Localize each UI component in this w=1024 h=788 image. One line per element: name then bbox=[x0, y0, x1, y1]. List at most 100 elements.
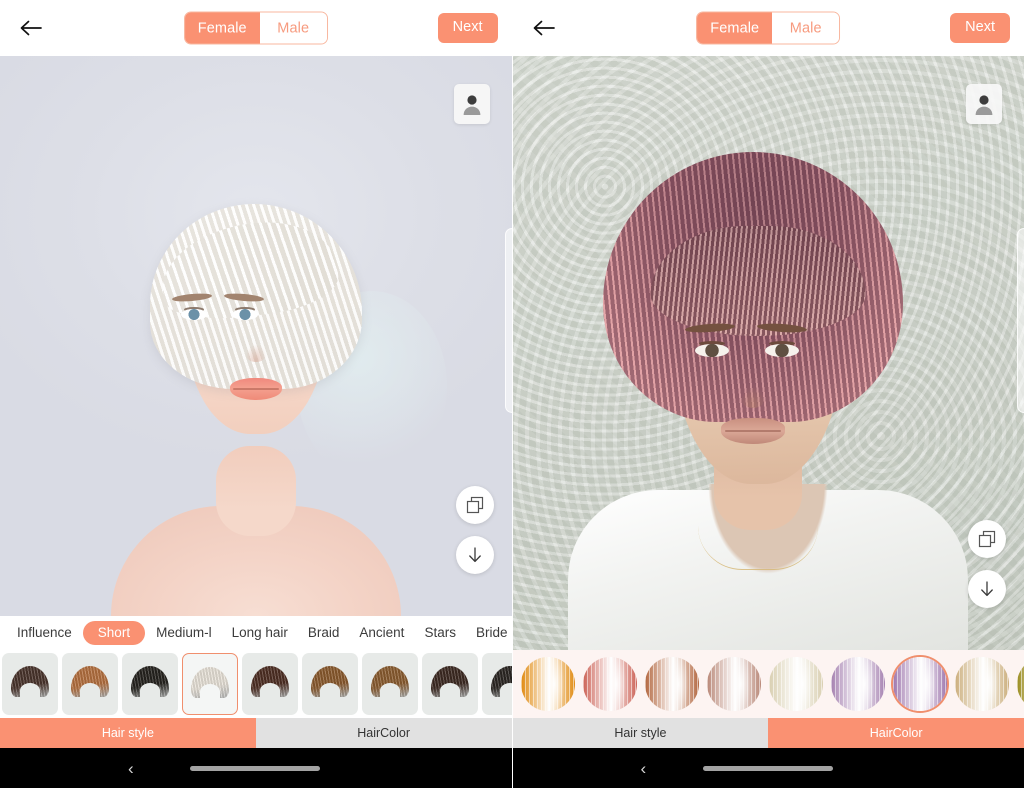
hairstyle-thumb-2[interactable] bbox=[62, 653, 118, 715]
hairstyle-thumb-8[interactable] bbox=[422, 653, 478, 715]
category-tab-ancient[interactable]: Ancient bbox=[350, 622, 413, 644]
vertical-edge-slider[interactable] bbox=[1017, 228, 1024, 413]
hairstyle-wig-icon bbox=[371, 666, 409, 697]
portrait-eye-right bbox=[232, 309, 258, 320]
download-button[interactable] bbox=[968, 570, 1006, 608]
portrait-eye-left bbox=[181, 309, 207, 320]
portrait-nose bbox=[739, 386, 766, 408]
haircolor-swatch-4[interactable] bbox=[706, 657, 761, 711]
category-tab-influence[interactable]: Influence bbox=[8, 622, 81, 644]
portrait-lips bbox=[229, 378, 282, 400]
swatch-sheen bbox=[954, 657, 1009, 711]
portrait-lips bbox=[720, 418, 785, 444]
hairstyle-thumbnail-strip[interactable] bbox=[0, 650, 512, 718]
portrait-eye-left bbox=[694, 344, 729, 357]
next-button[interactable]: Next bbox=[437, 13, 498, 43]
hairstyle-category-tabs: Influence Short Medium-l Long hair Braid… bbox=[0, 616, 512, 650]
haircolor-swatch-8[interactable] bbox=[954, 657, 1009, 711]
person-icon bbox=[975, 95, 993, 115]
hairstyle-thumb-9[interactable] bbox=[482, 653, 512, 715]
haircolor-swatch-2[interactable] bbox=[582, 657, 637, 711]
haircolor-swatch-7[interactable] bbox=[892, 657, 947, 711]
hairstyle-wig-icon bbox=[491, 666, 512, 697]
portrait-fringe bbox=[650, 226, 866, 336]
gender-option-female[interactable]: Female bbox=[184, 12, 260, 44]
category-tab-bride[interactable]: Bride bbox=[467, 622, 512, 644]
app-header-left: Female Male Next bbox=[0, 0, 512, 56]
tab-hair-color[interactable]: HairColor bbox=[255, 718, 512, 748]
system-back-button[interactable]: ‹ bbox=[128, 760, 134, 777]
haircolor-swatch-6[interactable] bbox=[830, 657, 885, 711]
dual-screenshot-comparison: Female Male Next Influence Short Medium-… bbox=[0, 0, 1024, 788]
compare-button[interactable] bbox=[455, 486, 494, 524]
mode-tabs-right: Hair style HairColor bbox=[512, 718, 1024, 748]
gender-segmented-control: Female Male bbox=[696, 11, 841, 45]
hairstyle-thumb-5[interactable] bbox=[242, 653, 298, 715]
arrow-left-icon bbox=[533, 20, 555, 36]
portrait-eye-right bbox=[764, 344, 799, 357]
category-tab-long-hair[interactable]: Long hair bbox=[223, 622, 297, 644]
swatch-sheen bbox=[706, 657, 761, 711]
phone-screen-hairstyle: Female Male Next Influence Short Medium-… bbox=[0, 0, 512, 788]
category-tab-short[interactable]: Short bbox=[82, 621, 146, 645]
vertical-edge-slider[interactable] bbox=[504, 228, 512, 413]
swatch-sheen bbox=[582, 657, 637, 711]
system-home-indicator[interactable] bbox=[702, 765, 833, 771]
gender-option-male[interactable]: Male bbox=[772, 12, 840, 44]
portrait-neck bbox=[215, 446, 296, 536]
tab-hair-color[interactable]: HairColor bbox=[768, 718, 1024, 748]
hairstyle-wig-icon bbox=[131, 666, 169, 697]
person-icon bbox=[463, 95, 480, 115]
hairstyle-wig-icon bbox=[431, 666, 469, 697]
category-tab-medium[interactable]: Medium-l bbox=[147, 622, 221, 644]
hairstyle-thumb-3[interactable] bbox=[122, 653, 178, 715]
swatch-sheen bbox=[768, 657, 823, 711]
gender-option-female[interactable]: Female bbox=[697, 12, 773, 44]
swatch-sheen bbox=[644, 657, 699, 711]
back-button[interactable] bbox=[14, 11, 48, 45]
haircolor-swatch-3[interactable] bbox=[644, 657, 699, 711]
back-button[interactable] bbox=[527, 11, 561, 45]
swatch-sheen bbox=[1016, 657, 1024, 711]
photo-preview-stage-left[interactable] bbox=[0, 56, 512, 616]
mode-tabs-left: Hair style HairColor bbox=[0, 718, 512, 748]
hairstyle-thumb-6[interactable] bbox=[302, 653, 358, 715]
compare-button[interactable] bbox=[968, 520, 1006, 558]
gender-segmented-control: Female Male bbox=[183, 11, 328, 45]
swatch-sheen bbox=[830, 657, 885, 711]
avatar-photo-picker-button[interactable] bbox=[453, 84, 490, 124]
haircolor-swatch-9[interactable] bbox=[1016, 657, 1024, 711]
category-tab-stars[interactable]: Stars bbox=[415, 622, 465, 644]
gender-option-male[interactable]: Male bbox=[259, 12, 327, 44]
arrow-down-icon bbox=[981, 581, 993, 597]
hairstyle-thumb-7[interactable] bbox=[362, 653, 418, 715]
download-button[interactable] bbox=[455, 536, 494, 574]
tab-hair-style[interactable]: Hair style bbox=[0, 718, 256, 748]
haircolor-swatch-5[interactable] bbox=[768, 657, 823, 711]
system-navigation-bar-right: ‹ bbox=[512, 748, 1024, 788]
photo-preview-stage-right[interactable] bbox=[512, 56, 1024, 650]
tab-hair-style[interactable]: Hair style bbox=[512, 718, 769, 748]
layers-compare-icon bbox=[466, 496, 483, 514]
system-home-indicator[interactable] bbox=[190, 765, 320, 771]
arrow-left-icon bbox=[20, 20, 42, 36]
hairstyle-wig-icon bbox=[11, 666, 49, 697]
system-navigation-bar-left: ‹ bbox=[0, 748, 512, 788]
portrait-photo-pink-bob bbox=[512, 56, 1024, 650]
next-button[interactable]: Next bbox=[950, 13, 1010, 43]
phone-screen-haircolor: Female Male Next Hair style HairColor ‹ bbox=[512, 0, 1024, 788]
hairstyle-wig-icon bbox=[311, 666, 349, 697]
avatar-photo-picker-button[interactable] bbox=[966, 84, 1002, 124]
system-back-button[interactable]: ‹ bbox=[641, 760, 647, 777]
swatch-sheen bbox=[520, 657, 575, 711]
portrait-photo-blonde-pixie bbox=[0, 56, 512, 616]
hairstyle-thumb-4[interactable] bbox=[182, 653, 238, 715]
haircolor-swatch-strip[interactable] bbox=[512, 650, 1024, 718]
arrow-down-icon bbox=[468, 547, 481, 563]
hairstyle-thumb-1[interactable] bbox=[2, 653, 58, 715]
haircolor-swatch-1[interactable] bbox=[520, 657, 575, 711]
hairstyle-wig-icon bbox=[71, 666, 109, 697]
category-tab-braid[interactable]: Braid bbox=[299, 622, 349, 644]
hairstyle-wig-icon bbox=[251, 666, 289, 697]
swatch-sheen bbox=[892, 657, 947, 711]
